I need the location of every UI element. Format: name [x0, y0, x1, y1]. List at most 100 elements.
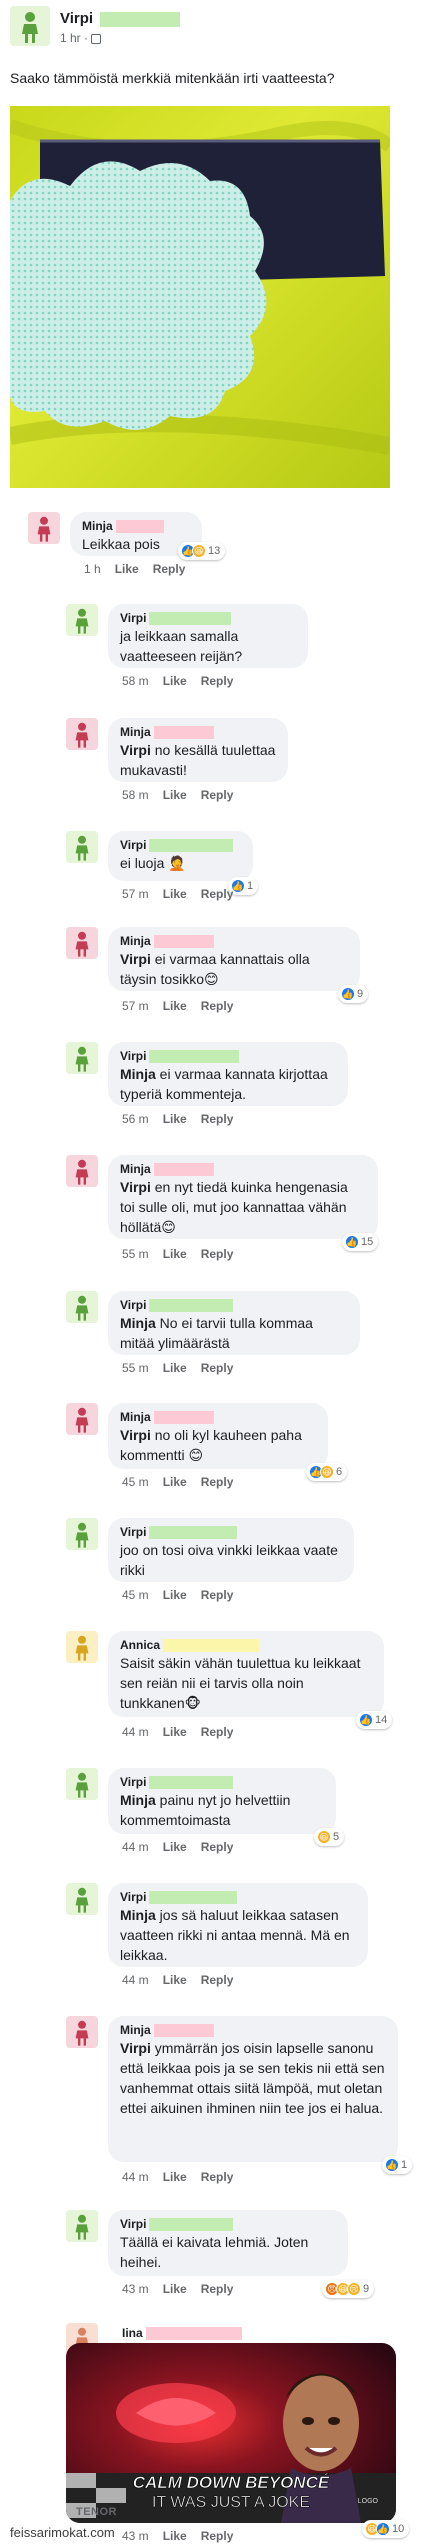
- like-button[interactable]: Like: [163, 1725, 187, 1739]
- comment-author[interactable]: Virpi: [120, 1297, 348, 1313]
- comment-author[interactable]: Virpi: [120, 1048, 336, 1064]
- reply-button[interactable]: Reply: [201, 1247, 234, 1261]
- mention[interactable]: Virpi: [120, 951, 151, 967]
- commenter-avatar[interactable]: [66, 1883, 98, 1915]
- commenter-avatar[interactable]: [66, 1631, 98, 1663]
- commenter-avatar[interactable]: [66, 1155, 98, 1187]
- author-avatar[interactable]: [10, 6, 50, 46]
- post-header: Virpi 1 hr ·: [10, 6, 410, 66]
- comment-author[interactable]: Virpi: [120, 610, 296, 626]
- comment-author[interactable]: Virpi: [120, 1774, 324, 1790]
- mention[interactable]: Virpi: [120, 742, 151, 758]
- like-button[interactable]: Like: [163, 1475, 187, 1489]
- commenter-avatar[interactable]: [66, 831, 98, 863]
- reply-button[interactable]: Reply: [201, 1840, 234, 1854]
- like-button[interactable]: Like: [163, 1973, 187, 1987]
- reply-button[interactable]: Reply: [201, 1588, 234, 1602]
- comment-text: Saisit säkin vähän tuulettua ku leikkaat…: [120, 1655, 361, 1711]
- like-button[interactable]: Like: [163, 2529, 187, 2543]
- comment-author[interactable]: Iina: [122, 2325, 242, 2341]
- commenter-avatar[interactable]: [66, 1291, 98, 1323]
- like-button[interactable]: Like: [163, 1112, 187, 1126]
- commenter-avatar[interactable]: [66, 1518, 98, 1550]
- like-button[interactable]: Like: [163, 1247, 187, 1261]
- commenter-avatar[interactable]: [66, 1042, 98, 1074]
- like-button[interactable]: Like: [163, 2170, 187, 2184]
- reply-button[interactable]: Reply: [201, 1361, 234, 1375]
- reaction-count[interactable]: 👍 14: [356, 1711, 393, 1729]
- commenter-avatar[interactable]: [66, 604, 98, 636]
- reply-button[interactable]: Reply: [201, 1475, 234, 1489]
- gif-image: CALM DOWN BEYONCÉ IT WAS JUST A JOKE LOG…: [66, 2343, 396, 2523]
- like-button[interactable]: Like: [163, 788, 187, 802]
- mention[interactable]: Virpi: [120, 2040, 151, 2056]
- commenter-avatar[interactable]: [66, 1403, 98, 1435]
- like-button[interactable]: Like: [163, 674, 187, 688]
- haha-icon: 😆: [192, 544, 206, 558]
- person-icon: [75, 2214, 89, 2240]
- mention[interactable]: Virpi: [120, 1179, 151, 1195]
- reply-button[interactable]: Reply: [201, 788, 234, 802]
- commenter-avatar[interactable]: [66, 1768, 98, 1800]
- reply-button[interactable]: Reply: [201, 1973, 234, 1987]
- commenter-avatar[interactable]: [66, 2016, 98, 2048]
- comment-bubble: Virpi ei luoja 🤦: [108, 831, 253, 881]
- reaction-count[interactable]: 👍 1: [382, 2156, 413, 2174]
- reaction-count[interactable]: 👍 15: [342, 1233, 379, 1251]
- comment-author[interactable]: Minja: [120, 724, 276, 740]
- like-button[interactable]: Like: [163, 1361, 187, 1375]
- comment-bubble: Minja Virpi ymmärrän jos oisin lapselle …: [108, 2016, 398, 2162]
- gif-attachment[interactable]: CALM DOWN BEYONCÉ IT WAS JUST A JOKE LOG…: [66, 2343, 396, 2523]
- like-button[interactable]: Like: [163, 1840, 187, 1854]
- reaction-count[interactable]: 👍 😆 6: [306, 1463, 348, 1481]
- mention[interactable]: Minja: [120, 1792, 156, 1808]
- post-timestamp[interactable]: 1 hr ·: [60, 31, 91, 45]
- post-author-name[interactable]: Virpi: [60, 10, 93, 27]
- comment-author[interactable]: Virpi: [120, 1889, 356, 1905]
- comment-author[interactable]: Minja: [120, 1161, 366, 1177]
- reply-button[interactable]: Reply: [201, 2529, 234, 2543]
- commenter-avatar[interactable]: [66, 2210, 98, 2242]
- reply-button[interactable]: Reply: [201, 1725, 234, 1739]
- comment-author[interactable]: Virpi: [120, 1524, 342, 1540]
- reply-button[interactable]: Reply: [201, 674, 234, 688]
- reply-button[interactable]: Reply: [201, 887, 234, 901]
- reaction-count[interactable]: 😆 5: [314, 1828, 345, 1846]
- reply-button[interactable]: Reply: [201, 1112, 234, 1126]
- reply-button[interactable]: Reply: [153, 562, 186, 576]
- like-button[interactable]: Like: [163, 2282, 187, 2296]
- comment-author[interactable]: Virpi: [120, 2216, 336, 2232]
- comment-time[interactable]: 1 h: [84, 562, 101, 576]
- reaction-count[interactable]: 😠 😆 😢 9: [322, 2280, 375, 2298]
- post-image[interactable]: [10, 106, 390, 488]
- reaction-count[interactable]: 👍 9: [338, 985, 369, 1003]
- comment-author[interactable]: Annica: [120, 1637, 372, 1653]
- comment-actions: 43 m Like Reply: [122, 2282, 234, 2296]
- reply-button[interactable]: Reply: [201, 2282, 234, 2296]
- reaction-count[interactable]: 😆 👍 10: [362, 2520, 410, 2538]
- commenter-avatar[interactable]: [66, 718, 98, 750]
- comment-5: Minja Virpi ei varmaa kannattais olla tä…: [66, 927, 406, 1013]
- comment-text: Virpi ymmärrän jos oisin lapselle sanonu…: [120, 2040, 385, 2116]
- commenter-avatar[interactable]: [66, 927, 98, 959]
- mention[interactable]: Minja: [120, 1907, 156, 1923]
- comment-author[interactable]: Minja: [120, 933, 348, 949]
- mention[interactable]: Minja: [120, 1315, 156, 1331]
- mention[interactable]: Minja: [120, 1066, 156, 1082]
- mention[interactable]: Virpi: [120, 1427, 151, 1443]
- like-button[interactable]: Like: [163, 887, 187, 901]
- comment-author[interactable]: Minja: [120, 2022, 386, 2038]
- comment-bubble: Minja Virpi no oli kyl kauheen paha komm…: [108, 1403, 328, 1469]
- comment-author[interactable]: Minja: [82, 518, 190, 534]
- like-button[interactable]: Like: [163, 999, 187, 1013]
- gif-source-label: TENOR: [76, 2506, 117, 2518]
- commenter-avatar[interactable]: [28, 512, 60, 544]
- like-button[interactable]: Like: [115, 562, 139, 576]
- post-author[interactable]: Virpi: [60, 10, 181, 27]
- reply-button[interactable]: Reply: [201, 2170, 234, 2184]
- reaction-count[interactable]: 👍 😆 13: [178, 542, 226, 560]
- comment-author[interactable]: Minja: [120, 1409, 316, 1425]
- like-button[interactable]: Like: [163, 1588, 187, 1602]
- reply-button[interactable]: Reply: [201, 999, 234, 1013]
- comment-author[interactable]: Virpi: [120, 837, 241, 853]
